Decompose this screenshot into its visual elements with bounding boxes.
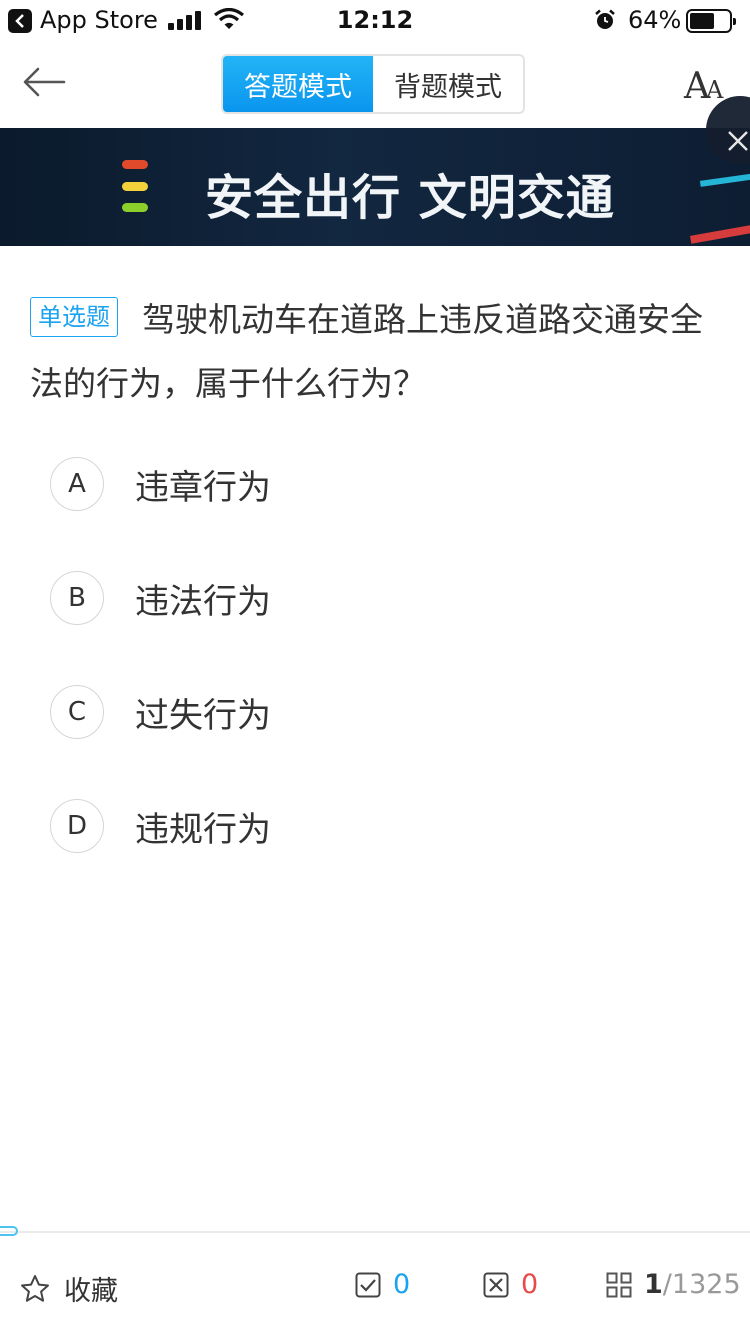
- option-b[interactable]: B 违法行为: [50, 570, 700, 626]
- option-text: 过失行为: [135, 695, 271, 736]
- arrow-left-icon[interactable]: [20, 64, 68, 100]
- progress-separator: /: [662, 1269, 672, 1300]
- option-text: 违章行为: [135, 467, 271, 508]
- correct-count: 0: [393, 1269, 411, 1300]
- option-text: 违规行为: [135, 809, 271, 850]
- banner-slogan: 安全出行 文明交通: [205, 170, 615, 226]
- question-text: 驾驶机动车在道路上违反道路交通安全法的行为，属于什么行为？: [30, 300, 703, 403]
- wrong-count: 0: [521, 1269, 539, 1300]
- option-d[interactable]: D 违规行为: [50, 798, 700, 854]
- grid-icon: [606, 1272, 632, 1297]
- mode-switch: 答题模式 背题模式: [221, 54, 525, 114]
- option-letter: C: [50, 685, 104, 739]
- bottom-bar: 收藏 0 0 1/1325: [0, 1233, 750, 1334]
- favorite-label: 收藏: [64, 1276, 118, 1307]
- total-count: 1325: [671, 1269, 741, 1300]
- nav-bar: 答题模式 背题模式 AA: [0, 40, 750, 128]
- check-box-icon: [355, 1272, 381, 1297]
- option-a[interactable]: A 违章行为: [50, 456, 700, 512]
- option-letter: A: [50, 457, 104, 511]
- star-icon: [21, 1274, 49, 1302]
- battery-fill: [690, 13, 714, 29]
- question-text-block: 单选题 驾驶机动车在道路上违反道路交通安全法的行为，属于什么行为？: [30, 288, 720, 416]
- option-c[interactable]: C 过失行为: [50, 684, 700, 740]
- current-index: 1: [644, 1269, 663, 1300]
- question-type-badge: 单选题: [30, 297, 118, 337]
- correct-counter[interactable]: 0: [355, 1269, 410, 1300]
- alarm-icon: [595, 9, 615, 29]
- option-text: 违法行为: [135, 581, 271, 622]
- font-size-icon[interactable]: AA: [684, 66, 723, 107]
- x-box-icon: [483, 1272, 509, 1297]
- tab-recite-mode[interactable]: 背题模式: [373, 56, 523, 112]
- question-progress[interactable]: 1/1325: [606, 1269, 741, 1300]
- ad-banner[interactable]: 安全出行 文明交通: [0, 128, 750, 246]
- status-bar: App Store 12:12 64%: [0, 0, 750, 40]
- tab-answer-mode[interactable]: 答题模式: [223, 56, 373, 112]
- battery-icon: [686, 9, 736, 33]
- favorite-button[interactable]: 收藏: [20, 1269, 118, 1308]
- option-letter: D: [50, 799, 104, 853]
- battery-percent: 64%: [628, 6, 682, 34]
- option-letter: B: [50, 571, 104, 625]
- wrong-counter[interactable]: 0: [483, 1269, 538, 1300]
